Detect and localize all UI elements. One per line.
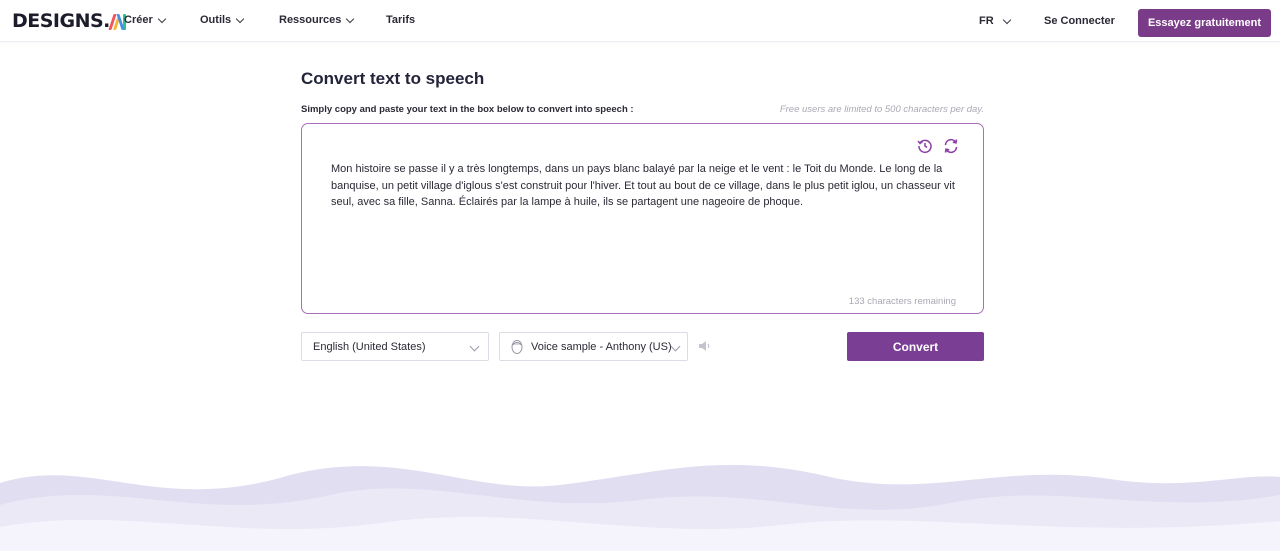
designs-ai-logo[interactable]: DESIGNS. (12, 9, 127, 33)
nav-ressources[interactable]: Ressources (279, 14, 355, 26)
chevron-down-icon (469, 341, 480, 352)
chevron-down-icon (157, 14, 166, 23)
page-title: Convert text to speech (301, 69, 485, 88)
language-select[interactable]: English (United States) (301, 332, 489, 361)
chevron-down-icon (670, 341, 681, 352)
refresh-icon[interactable] (942, 137, 960, 155)
decorative-waves (0, 464, 1280, 551)
instructions-text: Simply copy and paste your text in the b… (301, 104, 634, 115)
chevron-down-icon (235, 14, 245, 23)
nav-creer[interactable]: Créer (124, 14, 166, 26)
nav-tarifs[interactable]: Tarifs (386, 14, 415, 26)
language-switcher[interactable]: FR (979, 15, 1011, 27)
characters-remaining: 133 characters remaining (848, 296, 956, 307)
chevron-down-icon (346, 14, 355, 23)
voice-avatar-icon (511, 339, 523, 354)
convert-button[interactable]: Convert (847, 332, 984, 361)
history-icon[interactable] (916, 137, 934, 155)
login-link[interactable]: Se Connecter (1044, 15, 1115, 27)
speech-text[interactable]: Mon histoire se passe il y a très longte… (331, 161, 956, 211)
nav-outils[interactable]: Outils (200, 14, 245, 26)
try-free-button[interactable]: Essayez gratuitement (1138, 9, 1271, 37)
logo-text: DESIGNS. (12, 10, 110, 32)
speaker-icon[interactable] (697, 338, 713, 354)
top-navbar: DESIGNS. Créer Outils Ressources Tarifs … (0, 0, 1280, 42)
voice-select[interactable]: Voice sample - Anthony (US) (499, 332, 688, 361)
chevron-down-icon (1002, 15, 1011, 24)
free-limit-note: Free users are limited to 500 characters… (779, 104, 984, 115)
text-input-area[interactable]: Mon histoire se passe il y a très longte… (301, 123, 984, 314)
